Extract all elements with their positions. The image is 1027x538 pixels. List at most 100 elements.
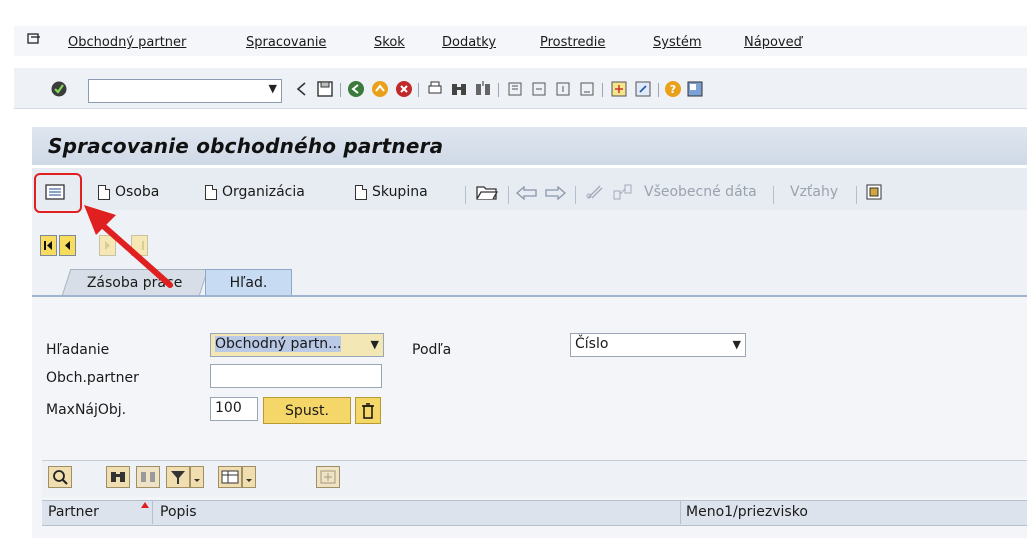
help-icon[interactable]: ? <box>664 80 682 98</box>
search-by-label: Hľadanie <box>46 342 110 358</box>
export-icon <box>320 470 336 484</box>
chevron-down-icon[interactable]: ▼ <box>371 338 379 351</box>
chevron-down-icon <box>194 479 200 482</box>
column-separator <box>152 500 153 524</box>
binoculars-icon <box>111 472 125 482</box>
svg-text:?: ? <box>670 83 676 96</box>
filter-button[interactable] <box>166 466 190 488</box>
column-header-name[interactable]: Meno1/priezvisko <box>686 504 808 520</box>
general-data-label: Všeobecné dáta <box>644 184 757 200</box>
menu-skok[interactable]: Skok <box>374 35 405 50</box>
sort-ascending-icon <box>141 502 149 508</box>
toolbar-separator <box>575 186 576 204</box>
relationships-label: Vzťahy <box>790 184 839 200</box>
document-icon <box>355 184 367 200</box>
open-folder-icon[interactable] <box>476 183 498 201</box>
find-next-grid-button[interactable] <box>136 466 160 488</box>
find-in-grid-button[interactable] <box>106 466 130 488</box>
chevron-down-icon[interactable]: ▼ <box>269 82 277 95</box>
last-page-icon[interactable] <box>578 80 596 98</box>
toolbar-separator <box>465 186 466 204</box>
filter-icon <box>171 471 185 484</box>
max-hits-label: MaxNájObj. <box>46 402 127 418</box>
chevron-down-icon[interactable]: ▼ <box>733 338 741 351</box>
layout-button[interactable] <box>218 466 242 488</box>
max-hits-input[interactable]: 100 <box>210 397 258 421</box>
toolbar-separator <box>602 83 603 97</box>
partner-input[interactable] <box>210 364 382 388</box>
layout-dropdown[interactable] <box>242 466 256 488</box>
details-button[interactable] <box>48 466 72 488</box>
toolbar-separator <box>340 83 341 97</box>
document-icon <box>205 184 217 200</box>
customize-layout-icon[interactable] <box>686 80 704 98</box>
print-icon[interactable] <box>426 80 444 98</box>
magnifier-icon <box>53 470 68 485</box>
partner-label: Obch.partner <box>46 370 139 386</box>
tab-hladanie[interactable]: Hľad. <box>205 269 292 296</box>
toolbar-separator <box>658 83 659 97</box>
back-triangle-icon[interactable] <box>293 80 311 98</box>
search-type-select[interactable]: Obchodný partn... ▼ <box>210 333 384 357</box>
arrow-left-icon[interactable] <box>516 186 538 200</box>
save-icon[interactable] <box>316 80 334 98</box>
criteria-select[interactable]: Číslo ▼ <box>570 333 746 357</box>
organization-button[interactable]: Organizácia <box>205 184 305 200</box>
command-field[interactable]: ▼ <box>88 79 282 103</box>
relationship-icon[interactable] <box>612 183 634 201</box>
menu-prostredie[interactable]: Prostredie <box>540 35 605 50</box>
trash-icon <box>362 402 374 419</box>
relationships-button[interactable]: Vzťahy <box>790 184 838 200</box>
table-layout-icon <box>221 470 239 484</box>
exit-icon[interactable] <box>371 80 389 98</box>
delete-button[interactable] <box>355 397 381 424</box>
general-data-button[interactable]: Všeobecné dáta <box>644 184 757 200</box>
menu-obchodny-partner[interactable]: Obchodný partner <box>68 35 186 50</box>
group-button[interactable]: Skupina <box>355 184 428 200</box>
services-for-object-icon[interactable] <box>865 182 885 202</box>
chevron-down-icon <box>246 479 252 482</box>
new-session-icon[interactable] <box>610 80 628 98</box>
menu-napoved[interactable]: Nápoveď <box>744 35 802 50</box>
binoculars-next-icon <box>141 472 155 482</box>
first-icon <box>44 241 52 250</box>
menu-dodatky[interactable]: Dodatky <box>442 35 496 50</box>
toolbar-separator <box>773 186 774 204</box>
menu-arrow-icon[interactable] <box>27 33 41 45</box>
toolbar-separator <box>418 83 419 97</box>
nav-first-button[interactable] <box>40 235 57 256</box>
column-separator <box>680 500 681 524</box>
nav-prev-button[interactable] <box>59 235 76 256</box>
change-display-icon[interactable] <box>584 183 606 201</box>
highlight-box <box>34 173 82 213</box>
enter-check-icon[interactable] <box>50 80 68 98</box>
arrow-right-icon[interactable] <box>544 186 566 200</box>
prev-page-icon[interactable] <box>530 80 548 98</box>
page-title: Spracovanie obchodného partnera <box>48 134 444 158</box>
first-page-icon[interactable] <box>506 80 524 98</box>
shortcut-icon[interactable] <box>634 80 652 98</box>
column-header-description[interactable]: Popis <box>160 504 197 520</box>
tab-hladanie-label: Hľad. <box>229 275 268 291</box>
annotation-arrow-icon <box>84 205 173 288</box>
toolbar-separator <box>508 186 509 204</box>
search-type-value: Obchodný partn... <box>215 336 342 352</box>
start-search-label: Spust. <box>285 402 329 419</box>
criteria-value: Číslo <box>575 336 609 352</box>
menu-system[interactable]: Systém <box>653 35 701 50</box>
organization-button-label: Organizácia <box>222 184 305 200</box>
prev-icon <box>65 241 70 250</box>
criteria-label: Podľa <box>412 342 452 358</box>
back-circle-icon[interactable] <box>347 80 365 98</box>
cancel-icon[interactable] <box>395 80 413 98</box>
column-header-partner[interactable]: Partner <box>48 504 99 520</box>
find-icon[interactable] <box>450 80 468 98</box>
export-button[interactable] <box>316 466 340 488</box>
toolbar-separator <box>856 186 857 204</box>
filter-dropdown[interactable] <box>190 466 204 488</box>
start-search-button[interactable]: Spust. <box>263 397 351 424</box>
next-page-icon[interactable] <box>554 80 572 98</box>
menu-spracovanie[interactable]: Spracovanie <box>246 35 326 50</box>
find-next-icon[interactable] <box>474 80 492 98</box>
toolbar-separator <box>498 83 499 97</box>
